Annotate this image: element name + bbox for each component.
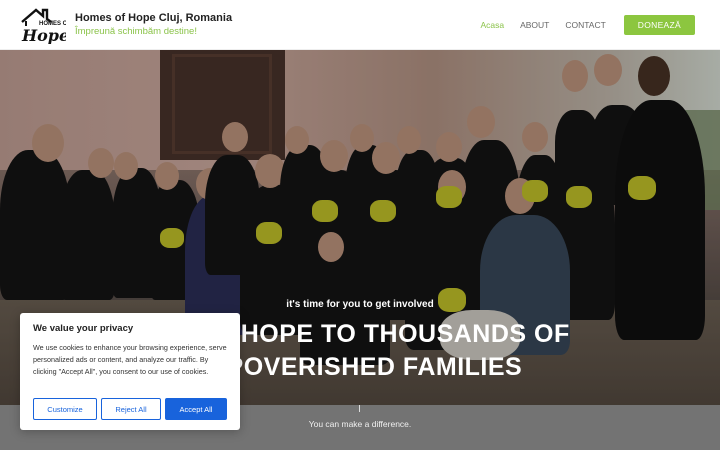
homes-of-hope-logo[interactable]: HOMES OF Hope (20, 6, 66, 44)
hero-kicker: it's time for you to get involved (286, 299, 434, 310)
reject-all-button[interactable]: Reject All (101, 398, 161, 420)
cookie-text: We use cookies to enhance your browsing … (33, 343, 227, 376)
main-nav: Acasa ABOUT CONTACT DONEAZĂ (464, 0, 695, 50)
nav-item-contact[interactable]: CONTACT (565, 20, 605, 30)
cookie-title: We value your privacy (33, 323, 134, 334)
nav-item-about[interactable]: ABOUT (520, 20, 549, 30)
svg-text:Hope: Hope (21, 26, 66, 44)
donate-button[interactable]: DONEAZĂ (623, 15, 695, 35)
cookie-buttons: Customize Reject All Accept All (33, 398, 227, 420)
accept-all-button[interactable]: Accept All (165, 398, 227, 420)
brand-block: Homes of Hope Cluj, Romania Împreună sch… (75, 12, 232, 38)
nav-item-acasa[interactable]: Acasa (480, 20, 504, 30)
brand-tagline: Împreună schimbăm destine! (75, 26, 197, 37)
site-header: HOMES OF Hope Homes of Hope Cluj, Romani… (0, 0, 720, 50)
cookie-consent-banner: We value your privacy We use cookies to … (20, 313, 240, 430)
band-divider (359, 405, 360, 412)
brand-title[interactable]: Homes of Hope Cluj, Romania (75, 12, 232, 25)
customize-button[interactable]: Customize (33, 398, 97, 420)
